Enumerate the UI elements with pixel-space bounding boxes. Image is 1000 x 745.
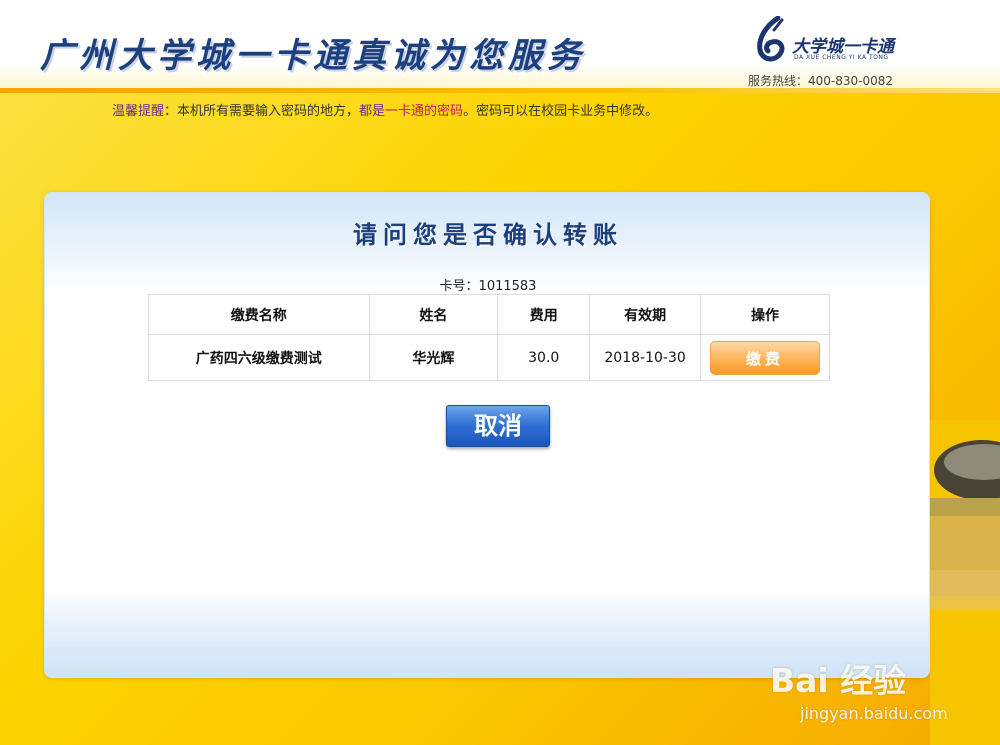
table-row: 广药四六级缴费测试 华光辉 30.0 2018-10-30 缴费 (148, 334, 830, 381)
baidu-watermark-logo: Bai 经验 (770, 661, 907, 700)
notice-banner: 温馨提醒：本机所有需要输入密码的地方，都是一卡通的密码。密码可以在校园卡业务中修… (112, 100, 658, 119)
brand-logo: 大学城一卡通 DA XUE CHENG YI KA TONG (752, 16, 922, 66)
notice-text-3: 。密码可以在校园卡业务中修改。 (463, 104, 659, 119)
card-number-line: 卡号：1011583 (45, 275, 931, 294)
cell-item-name: 广药四六级缴费测试 (148, 334, 370, 381)
notice-text-2: 都是 (359, 104, 386, 119)
pay-button[interactable]: 缴费 (710, 340, 820, 375)
column-header-fee: 费用 (497, 294, 591, 335)
baidu-watermark-url: jingyan.baidu.com (800, 704, 948, 723)
payment-table: 缴费名称 姓名 费用 有效期 操作 广药四六级缴费测试 华光辉 30.0 201… (148, 294, 830, 381)
column-header-item-name: 缴费名称 (148, 294, 370, 335)
confirm-transfer-panel: 请问您是否确认转账 卡号：1011583 缴费名称 姓名 费用 有效期 操作 广… (44, 192, 930, 678)
cancel-button[interactable]: 取消 (446, 405, 550, 447)
column-header-valid-until: 有效期 (589, 294, 701, 335)
table-header-row: 缴费名称 姓名 费用 有效期 操作 (148, 294, 830, 335)
cell-fee: 30.0 (497, 334, 591, 381)
card-number-value: 1011583 (478, 279, 537, 294)
site-title: 广州大学城一卡通真诚为您服务 (40, 36, 586, 76)
cell-action: 缴费 (700, 334, 830, 381)
notice-label: 温馨提醒 (112, 104, 165, 119)
panel-title: 请问您是否确认转账 (353, 221, 623, 249)
service-hotline: 服务热线：400-830-0082 (748, 74, 894, 88)
campus-scene-illustration (930, 420, 1000, 745)
cell-name: 华光辉 (368, 334, 499, 381)
notice-text-1: ：本机所有需要输入密码的地方， (164, 104, 360, 119)
logo-pinyin: DA XUE CHENG YI KA TONG (794, 54, 889, 61)
column-header-name: 姓名 (368, 294, 499, 335)
card-logo-icon (757, 16, 785, 62)
notice-highlight: 一卡通的密码 (385, 104, 464, 119)
cell-valid-until: 2018-10-30 (589, 334, 701, 381)
card-number-label: 卡号： (439, 279, 479, 294)
column-header-action: 操作 (700, 294, 830, 335)
